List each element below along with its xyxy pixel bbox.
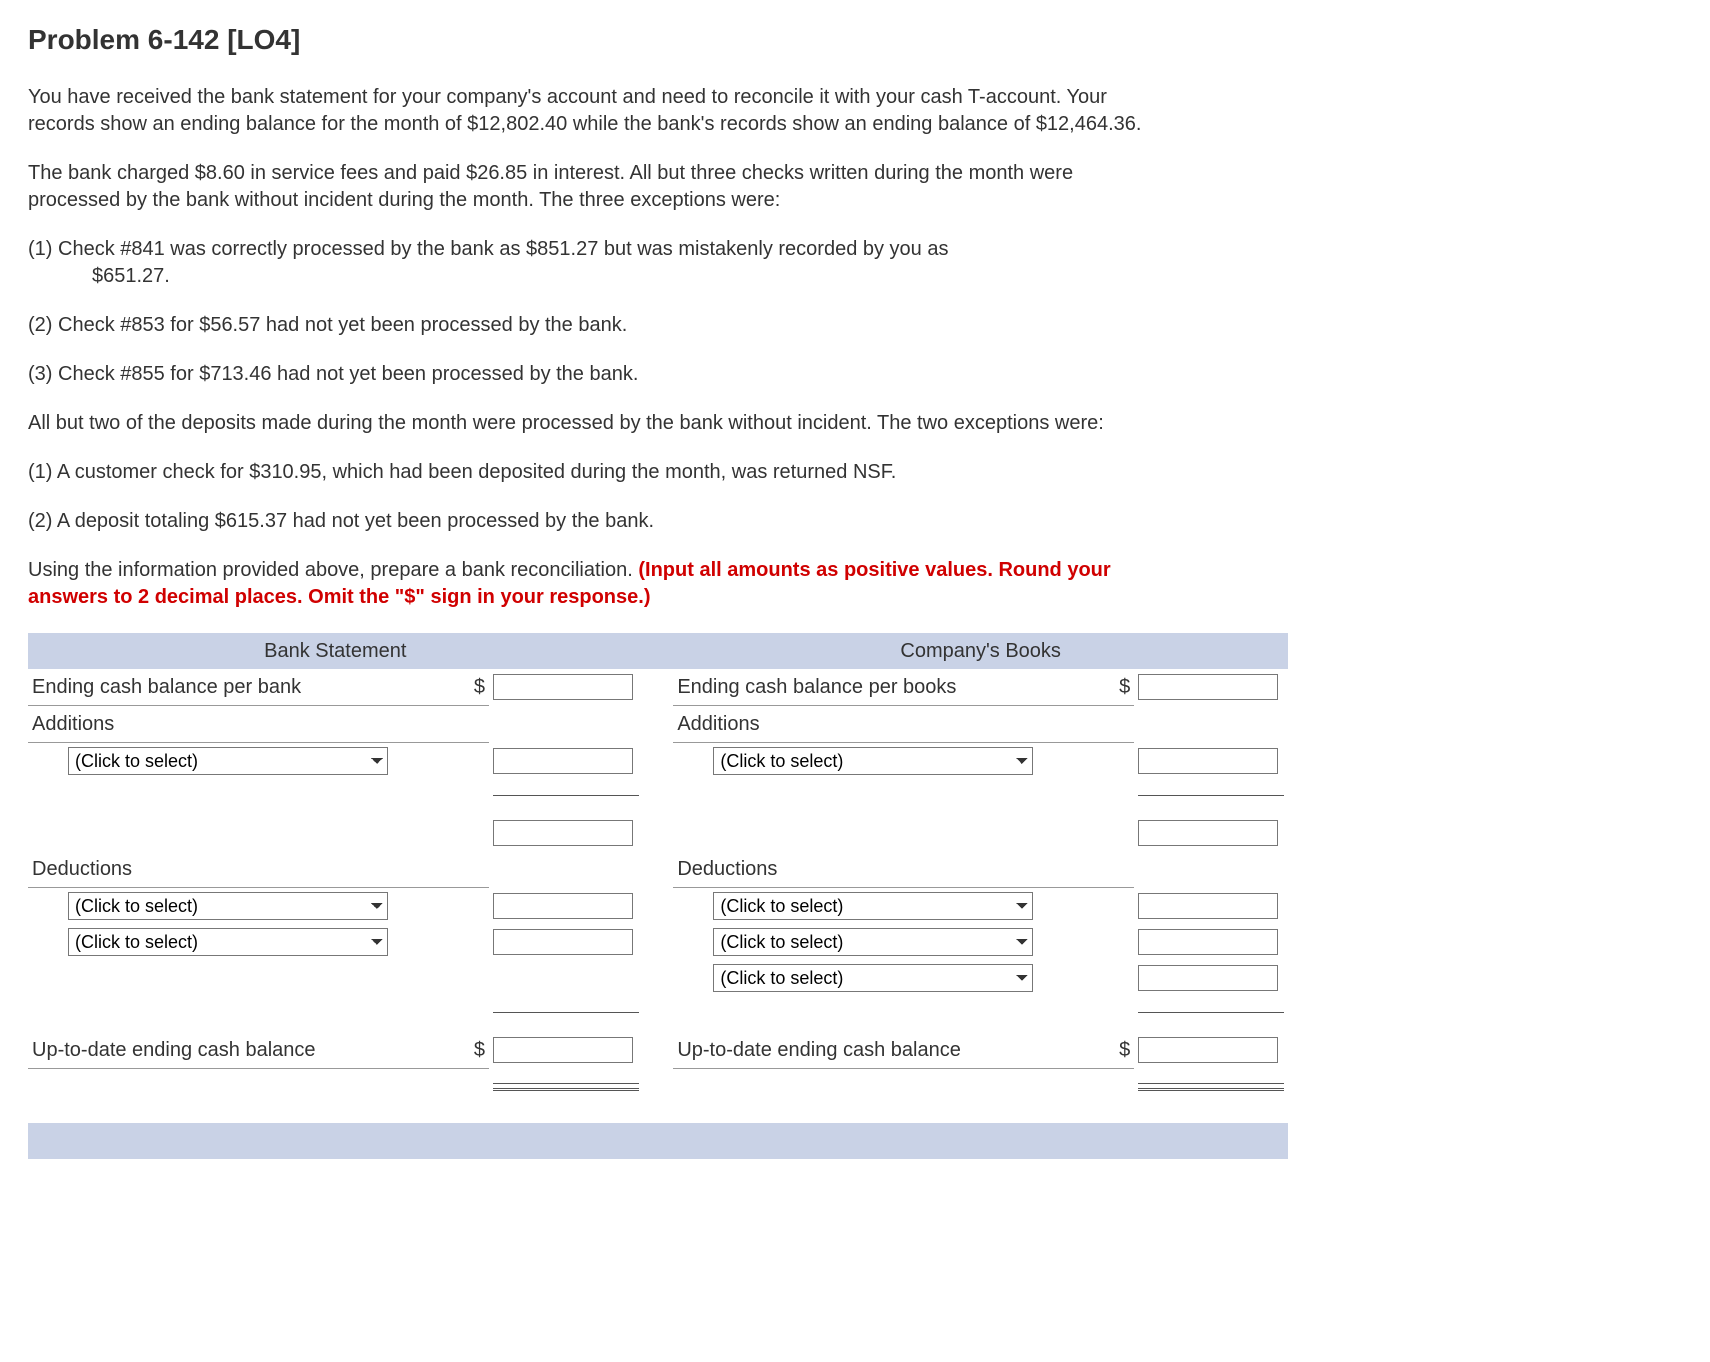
check-exception-2: (2) Check #853 for $56.57 had not yet be… <box>28 312 1148 339</box>
check-exception-1: (1) Check #841 was correctly processed b… <box>28 236 1180 290</box>
paragraph-instruction: Using the information provided above, pr… <box>28 557 1148 611</box>
paragraph-intro-1: You have received the bank statement for… <box>28 84 1148 138</box>
label-ending-books: Ending cash balance per books <box>673 669 1103 706</box>
double-rule-line <box>1138 1083 1284 1091</box>
input-bank-additions-subtotal[interactable] <box>493 820 633 846</box>
select-bank-addition-1[interactable]: (Click to select) <box>68 747 388 775</box>
label-uptodate-bank: Up-to-date ending cash balance <box>28 1032 458 1069</box>
dollar-sign: $ <box>458 669 489 706</box>
select-books-deduction-2[interactable]: (Click to select) <box>713 928 1033 956</box>
label-deductions-books: Deductions <box>673 851 1103 888</box>
select-bank-deduction-2[interactable]: (Click to select) <box>68 928 388 956</box>
input-books-additions-subtotal[interactable] <box>1138 820 1278 846</box>
label-additions-books: Additions <box>673 706 1103 743</box>
input-books-deduction-3[interactable] <box>1138 965 1278 991</box>
deposit-exception-2: (2) A deposit totaling $615.37 had not y… <box>28 508 1148 535</box>
input-books-deduction-2[interactable] <box>1138 929 1278 955</box>
header-bank-statement: Bank Statement <box>28 633 643 669</box>
reconciliation-table: Bank Statement Company's Books Ending ca… <box>28 633 1288 1159</box>
header-company-books: Company's Books <box>673 633 1288 669</box>
input-bank-addition-1[interactable] <box>493 748 633 774</box>
label-ending-bank: Ending cash balance per bank <box>28 669 458 706</box>
dollar-sign: $ <box>458 1032 489 1069</box>
input-books-deduction-1[interactable] <box>1138 893 1278 919</box>
paragraph-intro-2: The bank charged $8.60 in service fees a… <box>28 160 1148 214</box>
input-ending-books[interactable] <box>1138 674 1278 700</box>
label-uptodate-books: Up-to-date ending cash balance <box>673 1032 1103 1069</box>
select-bank-deduction-1[interactable]: (Click to select) <box>68 892 388 920</box>
label-deductions-bank: Deductions <box>28 851 458 888</box>
paragraph-deposits: All but two of the deposits made during … <box>28 410 1148 437</box>
dollar-sign: $ <box>1104 669 1135 706</box>
input-books-addition-1[interactable] <box>1138 748 1278 774</box>
rule-line <box>493 1012 639 1017</box>
input-ending-bank[interactable] <box>493 674 633 700</box>
bottom-band <box>28 1123 1288 1159</box>
input-bank-deduction-1[interactable] <box>493 893 633 919</box>
select-books-addition-1[interactable]: (Click to select) <box>713 747 1033 775</box>
check-exception-3: (3) Check #855 for $713.46 had not yet b… <box>28 361 1148 388</box>
input-bank-deduction-2[interactable] <box>493 929 633 955</box>
rule-line <box>1138 795 1284 800</box>
select-books-deduction-3[interactable]: (Click to select) <box>713 964 1033 992</box>
rule-line <box>493 795 639 800</box>
label-additions-bank: Additions <box>28 706 458 743</box>
problem-title: Problem 6-142 [LO4] <box>28 24 1682 56</box>
select-books-deduction-1[interactable]: (Click to select) <box>713 892 1033 920</box>
deposit-exception-1: (1) A customer check for $310.95, which … <box>28 459 1148 486</box>
dollar-sign: $ <box>1104 1032 1135 1069</box>
input-uptodate-bank[interactable] <box>493 1037 633 1063</box>
input-uptodate-books[interactable] <box>1138 1037 1278 1063</box>
double-rule-line <box>493 1083 639 1091</box>
rule-line <box>1138 1012 1284 1017</box>
